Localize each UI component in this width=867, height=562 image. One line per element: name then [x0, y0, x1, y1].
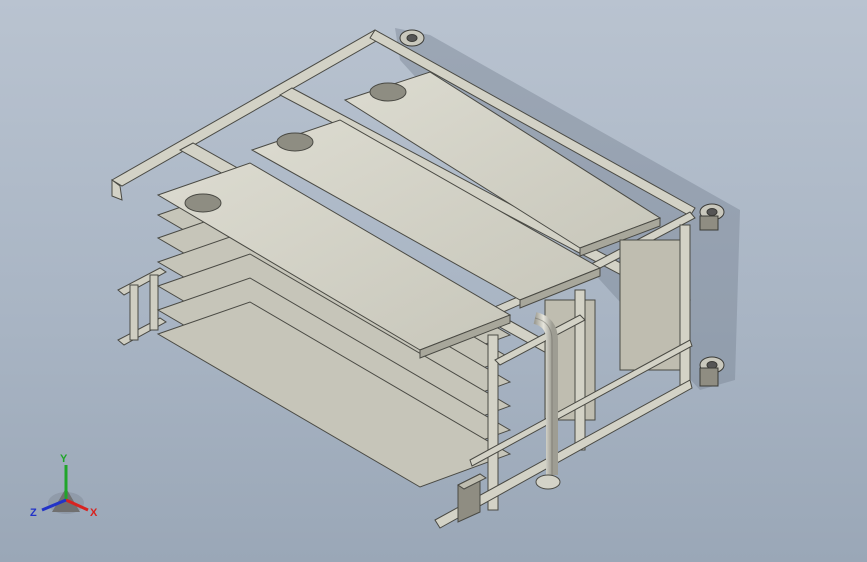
caster-wheel-back — [399, 29, 425, 47]
triad-z-label: Z — [30, 507, 37, 519]
axis-triad: Y X Z — [30, 453, 98, 519]
cad-viewport[interactable]: Y X Z — [0, 0, 867, 562]
model-canvas[interactable]: Y X Z — [0, 0, 867, 562]
triad-y-label: Y — [60, 453, 68, 465]
triad-x-label: X — [90, 507, 98, 519]
